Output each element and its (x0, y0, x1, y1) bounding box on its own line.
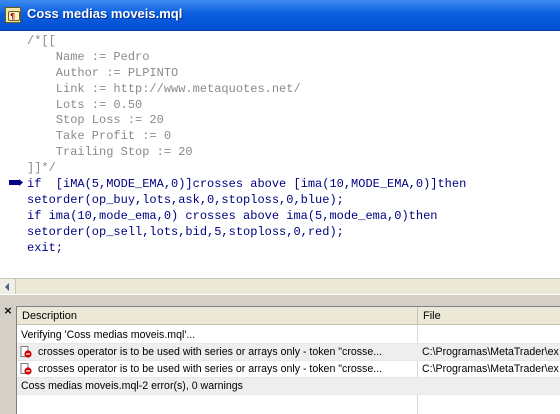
list-item[interactable]: crosses operator is to be used with seri… (17, 344, 560, 361)
toolbox-panel: × Description File Verifying 'Coss media… (0, 303, 560, 414)
close-icon[interactable]: × (2, 305, 14, 317)
code-line: Name := Pedro (27, 49, 150, 64)
list-item[interactable]: Coss medias moveis.mql-2 error(s), 0 war… (17, 378, 560, 395)
code-line: Author := PLPINTO (27, 65, 179, 80)
list-item[interactable]: crosses operator is to be used with seri… (17, 361, 560, 378)
row-description: crosses operator is to be used with seri… (38, 346, 383, 358)
row-file: C:\Programas\MetaTrader\ex (422, 346, 559, 358)
code-line: Link := http://www.metaquotes.net/ (27, 81, 301, 96)
error-icon (20, 363, 32, 375)
code-line: setorder(op_sell,lots,bid,5,stoploss,0,r… (27, 224, 344, 239)
column-header-description-label: Description (22, 310, 78, 322)
code-line: ]]*/ (27, 161, 56, 176)
editor-horizontal-scrollbar[interactable] (0, 278, 560, 295)
code-line: /*[[ (27, 34, 56, 48)
row-description: Coss medias moveis.mql-2 error(s), 0 war… (21, 380, 243, 392)
row-description: Verifying 'Coss medias moveis.mql'... (21, 329, 196, 341)
code-editor[interactable]: /*[[ Name := Pedro Author := PLPINTO Lin… (0, 31, 560, 278)
list-header: Description File (17, 307, 560, 325)
row-description: crosses operator is to be used with seri… (38, 363, 383, 375)
window-title: Coss medias moveis.mql (27, 6, 183, 21)
column-header-file-label: File (423, 310, 441, 322)
column-header-description[interactable]: Description (17, 307, 418, 325)
code-text[interactable]: /*[[ Name := Pedro Author := PLPINTO Lin… (27, 34, 466, 256)
code-line: setorder(op_buy,lots,ask,0,stoploss,0,bl… (27, 192, 344, 207)
code-line: exit; (27, 240, 64, 255)
column-header-file[interactable]: File (417, 307, 560, 325)
error-icon (20, 346, 32, 358)
editor-gutter (0, 31, 26, 278)
title-bar[interactable]: ¶ Coss medias moveis.mql (0, 0, 560, 31)
script-file-icon: ¶ (5, 7, 21, 23)
row-file: C:\Programas\MetaTrader\ex (422, 363, 559, 375)
scroll-left-button[interactable] (0, 279, 16, 295)
errors-list[interactable]: Description File Verifying 'Coss medias … (16, 306, 560, 414)
arrow-marker-icon (9, 179, 23, 186)
code-line: Take Profit := 0 (27, 129, 172, 144)
code-line: if ima(10,mode_ema,0) crosses above ima(… (27, 208, 438, 223)
code-line: Stop Loss := 20 (27, 113, 164, 128)
code-line: Lots := 0.50 (27, 97, 143, 112)
list-item[interactable]: Verifying 'Coss medias moveis.mql'... (17, 327, 560, 344)
code-line-current: if [iMA(5,MODE_EMA,0)]crosses above [ima… (27, 177, 467, 192)
code-line: Trailing Stop := 20 (27, 145, 193, 160)
